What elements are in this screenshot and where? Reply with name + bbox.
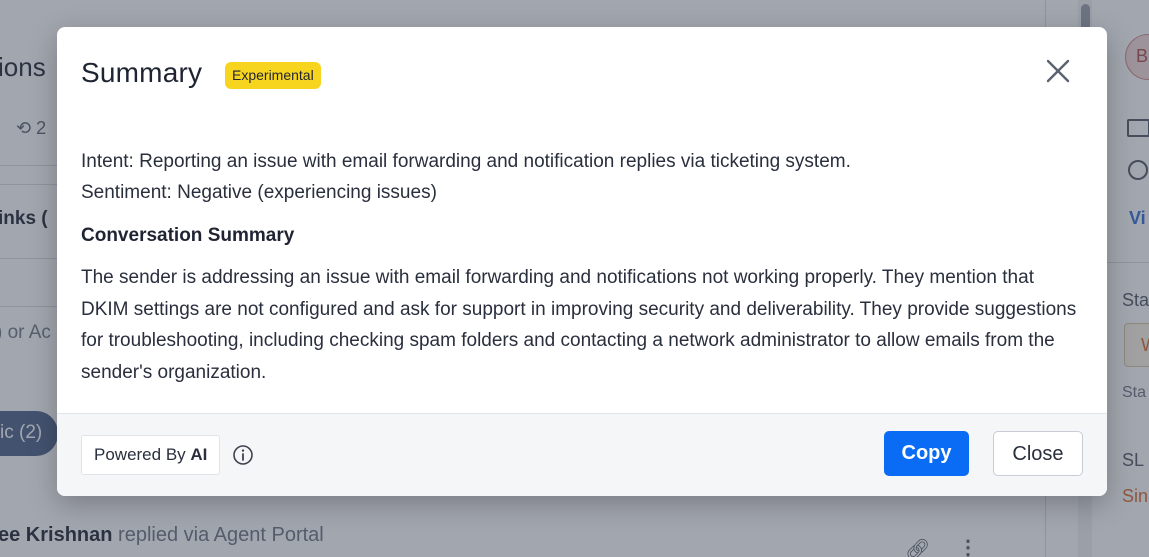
conversation-summary-text: The sender is addressing an issue with e… [81, 267, 1077, 383]
powered-by-prefix: Powered By [94, 445, 186, 464]
dialog-header: Summary Experimental [57, 27, 1107, 122]
close-button[interactable]: Close [993, 431, 1083, 476]
powered-by-brand: AI [190, 445, 208, 464]
sentiment-text: Sentiment: Negative (experiencing issues… [81, 182, 437, 203]
dialog-body: Intent: Reporting an issue with email fo… [81, 146, 1081, 388]
copy-button[interactable]: Copy [884, 431, 969, 476]
experimental-badge: Experimental [225, 62, 321, 89]
powered-by-badge: Powered By AI [81, 435, 221, 475]
info-icon[interactable] [232, 444, 254, 466]
conversation-summary-heading: Conversation Summary [81, 225, 295, 246]
summary-dialog: Summary Experimental Intent: Reporting a… [57, 27, 1107, 496]
close-icon[interactable] [1043, 56, 1073, 86]
dialog-footer: Powered By AI Copy Close [57, 413, 1107, 496]
intent-text: Intent: Reporting an issue with email fo… [81, 151, 851, 172]
dialog-title: Summary [81, 57, 203, 88]
